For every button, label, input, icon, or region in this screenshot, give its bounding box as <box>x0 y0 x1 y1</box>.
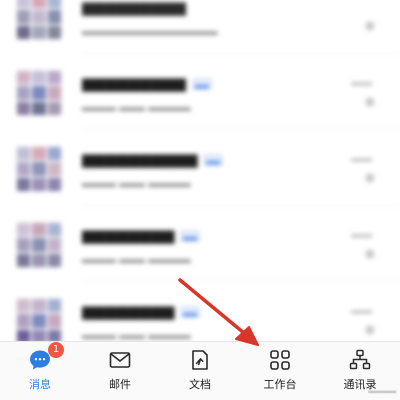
tag-badge: ▂▂ <box>203 153 224 166</box>
chat-row[interactable]: ▆▆▆▆▆▆▆▆▆▆ ▂▂ ▂▂▂▂ ▂▂▂ ▂▂▂▂▂ ▂▂▂ <box>0 130 400 206</box>
tab-label: 工作台 <box>263 378 297 391</box>
chat-preview-blurred: ▂▂▂▂ ▂▂▂ ▂▂▂▂▂ <box>82 174 191 187</box>
chat-time-blurred: ▂▂▂ <box>351 228 372 238</box>
unread-badge: 1 <box>48 342 64 358</box>
chat-preview-blurred: ▂▂▂▂ ▂▂▂ ▂▂▂▂▂ <box>82 98 191 111</box>
mute-icon <box>366 22 374 30</box>
tab-workbench[interactable]: 工作台 <box>245 342 315 400</box>
chat-list: ▆▆▆▆▆▆▆▆▆ ▂▂▂▂▂▂▂▂▂▂▂▂▂▂▂▂ ▆▆▆▆▆▆▆▆▆ ▂▂ ▂… <box>0 0 400 358</box>
group-avatar <box>16 298 62 344</box>
chat-row[interactable]: ▆▆▆▆▆▆▆▆▆ ▂▂▂▂▂▂▂▂▂▂▂▂▂▂▂▂ <box>0 0 400 54</box>
tab-label: 文档 <box>189 378 211 391</box>
chat-title-blurred: ▆▆▆▆▆▆▆▆▆ <box>82 0 186 16</box>
tab-mail[interactable]: 邮件 <box>85 342 155 400</box>
group-avatar <box>16 146 62 192</box>
chat-time-blurred: ▂▂▂ <box>351 76 372 86</box>
tab-documents[interactable]: 文档 <box>165 342 235 400</box>
group-avatar <box>16 70 62 116</box>
chat-row[interactable]: ▆▆▆▆▆▆▆▆ ▂▂ ▂▂▂▂ ▂▂▂ ▂▂▂▂▂ ▂▂▂ <box>0 206 400 282</box>
chat-title-blurred: ▆▆▆▆▆▆▆▆ ▂▂ <box>82 226 201 244</box>
tab-label: 消息 <box>29 378 51 391</box>
mute-icon <box>366 98 374 106</box>
chat-time-blurred: ▂▂▂ <box>351 304 372 314</box>
org-chart-icon <box>349 349 371 370</box>
document-icon <box>192 350 208 370</box>
chat-title-blurred: ▆▆▆▆▆▆▆▆ ▂▂ <box>82 302 201 320</box>
tag-badge: ▂▂ <box>191 77 212 90</box>
group-avatar <box>16 222 62 268</box>
mute-icon <box>366 174 374 182</box>
chat-title-blurred: ▆▆▆▆▆▆▆▆▆▆ ▂▂ <box>82 150 224 168</box>
tab-messages[interactable]: 1 消息 <box>5 342 75 400</box>
watermark: ▂▂▂▂ <box>368 384 396 394</box>
chat-preview-blurred: ▂▂▂▂ ▂▂▂ ▂▂▂▂▂ <box>82 326 191 339</box>
chat-row[interactable]: ▆▆▆▆▆▆▆▆▆ ▂▂ ▂▂▂▂ ▂▂▂ ▂▂▂▂▂ ▂▂▂ <box>0 54 400 130</box>
bottom-tab-bar: 1 消息 邮件 文档 工作台 通讯录 <box>0 341 400 400</box>
chat-time-blurred: ▂▂▂ <box>351 152 372 162</box>
workbench-grid-icon <box>270 350 290 370</box>
chat-preview-blurred: ▂▂▂▂▂▂▂▂▂▂▂▂▂▂▂▂ <box>82 22 218 35</box>
tag-badge: ▂▂ <box>180 229 201 242</box>
mute-icon <box>366 250 374 258</box>
chat-preview-blurred: ▂▂▂▂ ▂▂▂ ▂▂▂▂▂ <box>82 250 191 263</box>
mail-icon <box>109 352 131 368</box>
app-screen: ▆▆▆▆▆▆▆▆▆ ▂▂▂▂▂▂▂▂▂▂▂▂▂▂▂▂ ▆▆▆▆▆▆▆▆▆ ▂▂ ▂… <box>0 0 400 400</box>
tag-badge: ▂▂ <box>180 305 201 318</box>
mute-icon <box>366 326 374 334</box>
group-avatar <box>16 0 62 40</box>
chat-title-blurred: ▆▆▆▆▆▆▆▆▆ ▂▂ <box>82 74 212 92</box>
tab-label: 邮件 <box>109 378 131 391</box>
